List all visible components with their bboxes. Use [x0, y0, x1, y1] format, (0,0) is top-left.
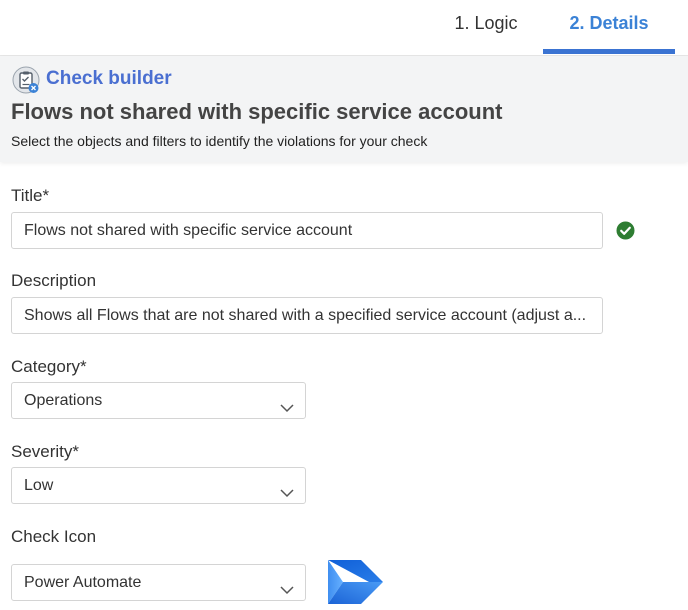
power-automate-icon	[325, 558, 385, 606]
page-title: Flows not shared with specific service a…	[11, 99, 503, 124]
chevron-down-icon	[279, 478, 295, 498]
tab-logic[interactable]: 1. Logic	[432, 0, 540, 56]
title-input[interactable]: Flows not shared with specific service a…	[11, 212, 603, 249]
severity-field-label: Severity*	[11, 442, 80, 461]
severity-selected-value: Low	[24, 477, 54, 494]
active-tab-indicator	[543, 49, 675, 54]
category-selected-value: Operations	[24, 392, 103, 409]
category-select[interactable]: Operations	[11, 382, 306, 419]
category-field-label: Category*	[11, 357, 87, 376]
check-icon-field-label: Check Icon	[11, 527, 97, 546]
checkmark-circle-icon	[616, 221, 635, 240]
chevron-down-icon	[279, 393, 295, 413]
page-subtitle: Select the objects and filters to identi…	[11, 133, 428, 149]
check-icon-select[interactable]: Power Automate	[11, 564, 306, 601]
title-field-label: Title*	[11, 186, 50, 205]
description-field-label: Description	[11, 271, 97, 290]
description-input[interactable]: Shows all Flows that are not shared with…	[11, 297, 603, 334]
step-tabs: 1. Logic 2. Details	[0, 0, 688, 56]
checklist-clipboard-icon	[12, 66, 42, 96]
check-icon-selected-value: Power Automate	[24, 574, 142, 591]
header-panel: Check builder Flows not shared with spec…	[0, 56, 688, 162]
check-builder-label: Check builder	[46, 68, 172, 89]
tab-details[interactable]: 2. Details	[543, 0, 675, 56]
severity-select[interactable]: Low	[11, 467, 306, 504]
chevron-down-icon	[279, 575, 295, 595]
